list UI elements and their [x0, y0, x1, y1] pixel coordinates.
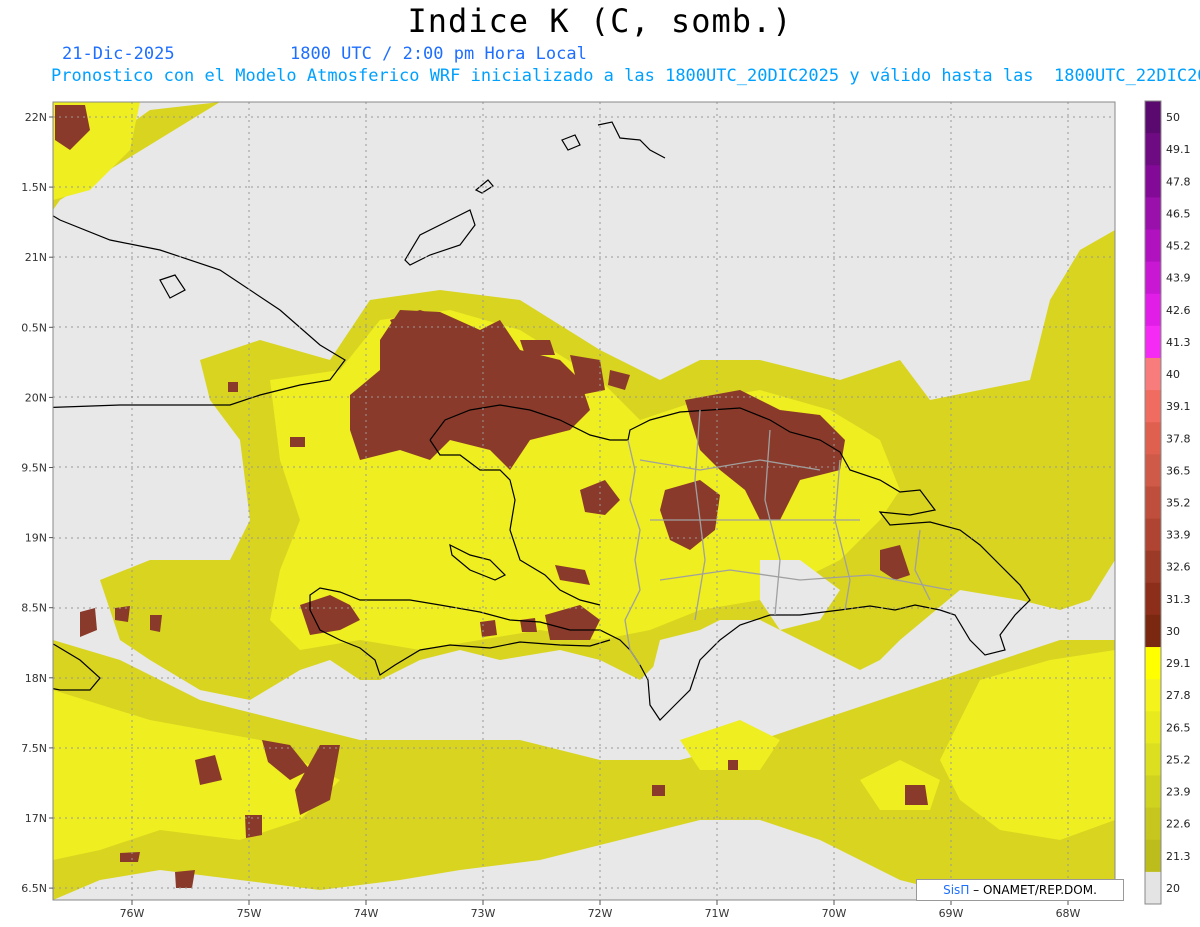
lat-label: 22N [25, 111, 47, 124]
colorbar-swatch [1145, 775, 1161, 809]
lat-label: 17N [25, 812, 47, 825]
colorbar-label: 46.5 [1166, 207, 1191, 220]
colorbar-swatch [1145, 325, 1161, 359]
lat-label: 9.5N [21, 462, 47, 475]
colorbar-label: 45.2 [1166, 240, 1191, 253]
high-k-p [245, 815, 262, 838]
lon-label: 76W [120, 907, 145, 920]
colorbar-swatch [1145, 807, 1161, 841]
colorbar-swatch [1145, 261, 1161, 295]
high-k-q [120, 852, 140, 862]
latitude-labels: 22N 1.5N 21N 0.5N 20N 9.5N 19N 8.5N 18N 7.5N 17N 6.… [21, 111, 53, 895]
high-k-v [228, 382, 238, 392]
colorbar-label: 37.8 [1166, 432, 1191, 445]
lat-label: 19N [25, 532, 47, 545]
colorbar-swatch [1145, 486, 1161, 520]
high-k-r [175, 870, 195, 888]
colorbar-swatch [1145, 871, 1161, 905]
colorbar-label: 43.9 [1166, 272, 1191, 285]
lon-label: 72W [588, 907, 613, 920]
lon-label: 70W [822, 907, 847, 920]
colorbar-label: 29.1 [1166, 657, 1191, 670]
colorbar-swatch [1145, 582, 1161, 616]
high-k-i [520, 618, 537, 632]
lon-label: 71W [705, 907, 730, 920]
credit-box: SisΠ – ONAMET/REP.DOM. [916, 879, 1124, 901]
colorbar-label: 25.2 [1166, 753, 1191, 766]
colorbar-swatch [1145, 711, 1161, 744]
colorbar-swatch [1145, 197, 1161, 230]
lon-label: 68W [1056, 907, 1081, 920]
colorbar-label: 42.6 [1166, 304, 1191, 317]
colorbar-swatch [1145, 422, 1161, 455]
high-k-k [115, 606, 130, 622]
lon-label: 74W [354, 907, 379, 920]
map-canvas: 22N 1.5N 21N 0.5N 20N 9.5N 19N 8.5N 18N 7.5N 17N 6.… [21, 100, 1191, 920]
lat-label: 18N [25, 672, 47, 685]
colorbar-label: 31.3 [1166, 593, 1191, 606]
colorbar-label: 23.9 [1166, 786, 1191, 799]
colorbar-label: 36.5 [1166, 464, 1191, 477]
colorbar-label: 49.1 [1166, 143, 1191, 156]
lat-label: 21N [25, 251, 47, 264]
high-k-l [150, 615, 162, 632]
colorbar-swatch [1145, 293, 1161, 327]
colorbar-swatch [1145, 743, 1161, 777]
colorbar-label: 35.2 [1166, 497, 1191, 510]
lat-label: 20N [25, 391, 47, 404]
lon-label: 69W [939, 907, 964, 920]
lat-label: 7.5N [21, 742, 47, 755]
colorbar-label: 47.8 [1166, 175, 1191, 188]
colorbar-label: 50 [1166, 111, 1180, 124]
colorbar-label: 39.1 [1166, 400, 1191, 413]
colorbar-label: 22.6 [1166, 818, 1191, 831]
lat-label: 1.5N [21, 181, 47, 194]
credit-text: – ONAMET/REP.DOM. [973, 883, 1097, 897]
colorbar-label: 41.3 [1166, 336, 1191, 349]
lat-label: 0.5N [21, 321, 47, 334]
lat-label: 8.5N [21, 602, 47, 615]
colorbar-label: 40 [1166, 368, 1180, 381]
colorbar-swatch [1145, 839, 1161, 873]
colorbar-swatch [1145, 229, 1161, 263]
high-k-u [652, 785, 665, 796]
colorbar-swatch [1145, 390, 1161, 423]
sisp-logo: SisΠ [943, 883, 970, 897]
high-k-t [728, 760, 738, 770]
longitude-labels: 76W 75W 74W 73W 72W 71W 70W 69W 68W [120, 900, 1081, 920]
high-k-b [520, 340, 555, 355]
colorbar-label: 30 [1166, 625, 1180, 638]
colorbar-swatch [1145, 357, 1161, 391]
lon-label: 75W [237, 907, 262, 920]
colorbar-swatch [1145, 679, 1161, 712]
colorbar-swatch [1145, 454, 1161, 487]
colorbar-swatch [1145, 518, 1161, 552]
high-k-s [905, 785, 928, 805]
high-k-h [480, 620, 497, 637]
colorbar-swatch [1145, 101, 1161, 134]
colorbar-label: 32.6 [1166, 561, 1191, 574]
colorbar-label: 21.3 [1166, 850, 1191, 863]
colorbar: 50 49.1 47.8 46.5 45.2 43.9 42.6 41.3 40 39.1 37.8… [1144, 100, 1191, 905]
colorbar-swatch [1145, 165, 1161, 198]
lat-label: 6.5N [21, 882, 47, 895]
colorbar-label: 27.8 [1166, 689, 1191, 702]
colorbar-label: 26.5 [1166, 721, 1191, 734]
colorbar-swatch [1145, 133, 1161, 166]
colorbar-label: 20 [1166, 882, 1180, 895]
lon-label: 73W [471, 907, 496, 920]
colorbar-swatch [1145, 614, 1161, 648]
colorbar-swatch [1145, 550, 1161, 584]
high-k-w [290, 437, 305, 447]
colorbar-swatch [1145, 647, 1161, 680]
colorbar-label: 33.9 [1166, 529, 1191, 542]
